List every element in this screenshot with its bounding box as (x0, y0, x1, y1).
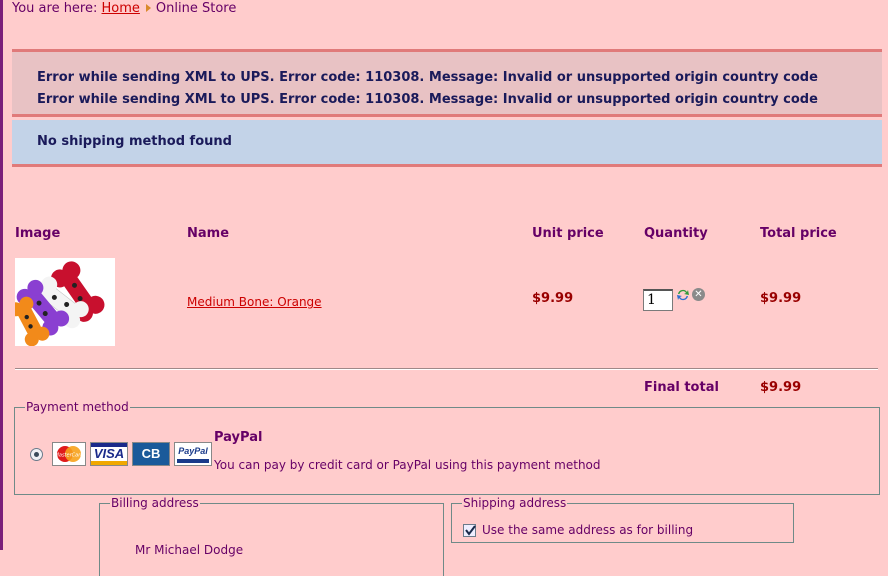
billing-name: Mr Michael Dodge (135, 543, 244, 557)
left-border (0, 0, 3, 550)
notice-message-box: No shipping method found (12, 120, 882, 167)
shipping-address-fieldset: Shipping address Use the same address as… (451, 496, 794, 543)
payment-method-name: PayPal (214, 430, 263, 445)
column-header-name: Name (187, 226, 230, 241)
payment-method-fieldset: Payment method MasterCard VISA CB PayPal… (14, 400, 880, 495)
unit-price: $9.99 (532, 291, 574, 306)
error-message-box: Error while sending XML to UPS. Error co… (12, 49, 882, 117)
product-name-link[interactable]: Medium Bone: Orange (187, 295, 322, 309)
error-message: Error while sending XML to UPS. Error co… (37, 92, 818, 107)
breadcrumb: You are here: Home Online Store (12, 1, 236, 16)
error-message: Error while sending XML to UPS. Error co… (37, 70, 818, 85)
final-total-label: Final total (644, 380, 719, 395)
item-total-price: $9.99 (760, 291, 802, 306)
quantity-input[interactable]: 1 (643, 289, 673, 311)
billing-address-fieldset: Billing address Mr Michael Dodge (99, 496, 444, 576)
column-header-quantity: Quantity (644, 226, 708, 241)
paypal-logo-icon: PayPal (174, 442, 212, 466)
cb-logo-icon: CB (132, 442, 170, 466)
final-total-value: $9.99 (760, 380, 802, 395)
divider (15, 368, 878, 370)
visa-logo-icon: VISA (90, 442, 128, 466)
remove-item-icon[interactable]: ✕ (692, 288, 705, 301)
payment-method-description: You can pay by credit card or PayPal usi… (214, 458, 601, 472)
payment-method-legend: Payment method (26, 400, 129, 414)
cb-text: CB (141, 446, 161, 461)
mastercard-text: MasterCard (55, 453, 85, 459)
breadcrumb-home-link[interactable]: Home (102, 1, 140, 16)
same-address-label[interactable]: Use the same address as for billing (482, 523, 693, 537)
mastercard-logo-icon: MasterCard (52, 442, 86, 466)
same-address-checkbox[interactable] (463, 524, 476, 537)
breadcrumb-current: Online Store (155, 1, 237, 16)
update-quantity-icon[interactable] (675, 287, 691, 307)
visa-text: VISA (93, 446, 125, 461)
breadcrumb-arrow-icon (145, 4, 151, 12)
product-image[interactable] (15, 258, 115, 346)
notice-message: No shipping method found (37, 134, 232, 149)
paypal-text: PayPal (178, 446, 208, 456)
billing-address-legend: Billing address (111, 496, 199, 510)
shipping-address-legend: Shipping address (463, 496, 567, 510)
column-header-total-price: Total price (760, 226, 837, 241)
column-header-unit-price: Unit price (532, 226, 604, 241)
breadcrumb-prefix: You are here: (12, 1, 98, 16)
payment-paypal-radio[interactable] (30, 448, 43, 461)
column-header-image: Image (15, 226, 61, 241)
